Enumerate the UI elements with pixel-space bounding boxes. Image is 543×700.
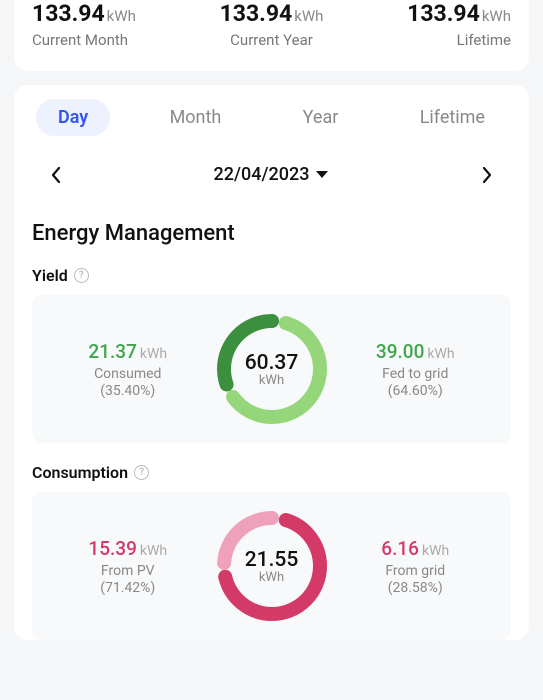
yield-panel: 21.37kWh Consumed (35.40%) 60.37 kWh 39.…: [32, 295, 511, 443]
consumption-title: Consumption: [32, 463, 128, 482]
prev-day-button[interactable]: [50, 166, 62, 184]
yield-donut-chart: 60.37 kWh: [212, 309, 332, 429]
consumption-panel: 15.39kWh From PV (71.42%) 21.55 kWh 6.16…: [32, 492, 511, 640]
tab-year[interactable]: Year: [281, 99, 361, 136]
summary-lifetime: 133.94kWh Lifetime: [358, 0, 511, 49]
consumption-from-grid: 6.16kWh From grid (28.58%): [332, 537, 500, 596]
consumption-total-value: 21.55: [245, 548, 299, 572]
yield-fed-pct: (64.60%): [332, 383, 500, 399]
summary-value: 133.94: [220, 0, 293, 27]
main-card: Day Month Year Lifetime 22/04/2023 Energ…: [14, 85, 529, 640]
consumption-grid-label: From grid: [332, 563, 500, 579]
yield-consumed-pct: (35.40%): [44, 383, 212, 399]
yield-total-value: 60.37: [245, 351, 299, 375]
summary-current-month: 133.94kWh Current Month: [32, 0, 185, 49]
tab-day[interactable]: Day: [36, 99, 110, 136]
date-text: 22/04/2023: [214, 164, 310, 185]
summary-unit: kWh: [107, 7, 136, 25]
help-icon[interactable]: ?: [134, 465, 149, 480]
yield-fed-label: Fed to grid: [332, 366, 500, 382]
help-icon[interactable]: ?: [74, 268, 89, 283]
summary-unit: kWh: [482, 7, 511, 25]
summary-unit: kWh: [294, 7, 323, 25]
date-selector[interactable]: 22/04/2023: [214, 164, 330, 185]
consumption-pv-label: From PV: [44, 563, 212, 579]
consumption-grid-pct: (28.58%): [332, 580, 500, 596]
yield-consumed-label: Consumed: [44, 366, 212, 382]
summary-label: Current Month: [32, 31, 185, 49]
yield-fed-value: 39.00: [376, 340, 424, 363]
yield-consumed: 21.37kWh Consumed (35.40%): [44, 340, 212, 399]
consumption-grid-value: 6.16: [381, 537, 419, 560]
summary-current-year: 133.94kWh Current Year: [195, 0, 348, 49]
unit: kWh: [140, 543, 167, 559]
unit: kWh: [140, 346, 167, 362]
yield-fed-to-grid: 39.00kWh Fed to grid (64.60%): [332, 340, 500, 399]
section-title: Energy Management: [32, 221, 511, 246]
consumption-total-unit: kWh: [259, 570, 284, 585]
next-day-button[interactable]: [481, 166, 493, 184]
yield-consumed-value: 21.37: [88, 340, 136, 363]
consumption-pv-value: 15.39: [88, 537, 136, 560]
summary-label: Current Year: [195, 31, 348, 49]
summary-value: 133.94: [32, 0, 105, 27]
chevron-right-icon: [481, 166, 493, 184]
consumption-donut-chart: 21.55 kWh: [212, 506, 332, 626]
tab-lifetime[interactable]: Lifetime: [398, 99, 507, 136]
consumption-from-pv: 15.39kWh From PV (71.42%): [44, 537, 212, 596]
caret-down-icon: [315, 170, 329, 180]
yield-title: Yield: [32, 266, 68, 285]
date-navigator: 22/04/2023: [32, 164, 511, 185]
chevron-left-icon: [50, 166, 62, 184]
unit: kWh: [422, 543, 449, 559]
unit: kWh: [427, 346, 454, 362]
summary-card: 133.94kWh Current Month 133.94kWh Curren…: [14, 0, 529, 71]
consumption-pv-pct: (71.42%): [44, 580, 212, 596]
tab-month[interactable]: Month: [148, 99, 244, 136]
summary-value: 133.94: [407, 0, 480, 27]
summary-label: Lifetime: [358, 31, 511, 49]
yield-total-unit: kWh: [259, 373, 284, 388]
time-tabs: Day Month Year Lifetime: [32, 99, 511, 136]
consumption-heading: Consumption ?: [32, 463, 511, 482]
yield-heading: Yield ?: [32, 266, 511, 285]
